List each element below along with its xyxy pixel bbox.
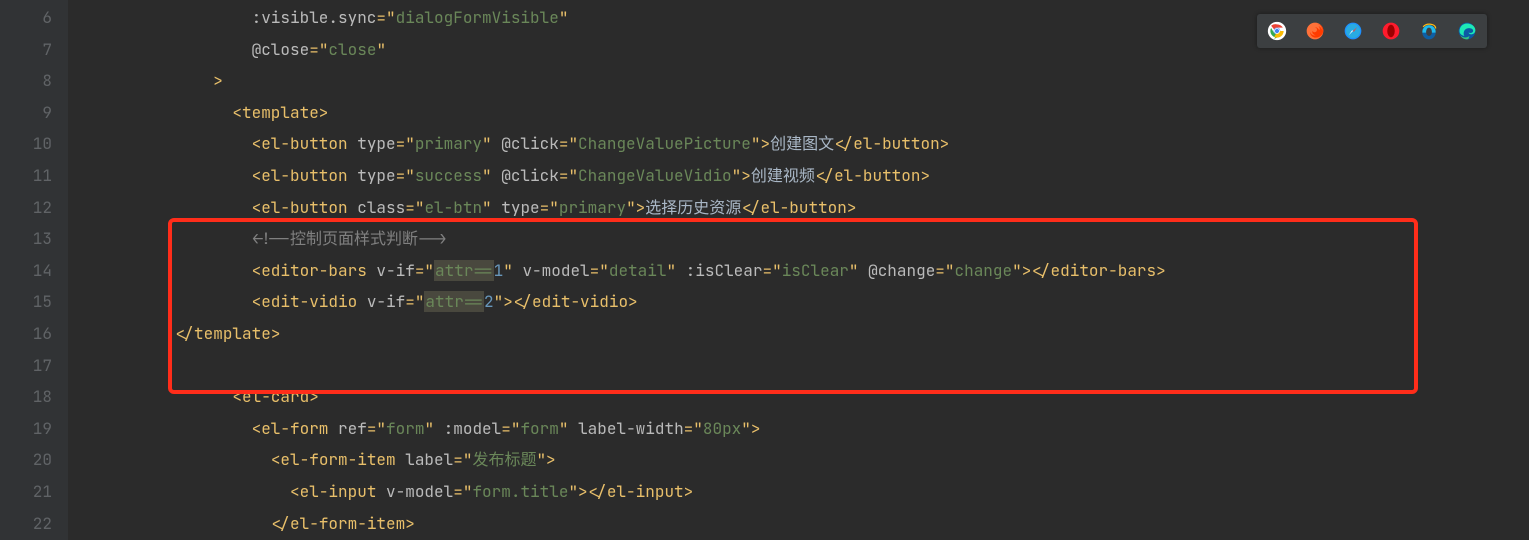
line-number: 7 <box>0 34 52 66</box>
code-line[interactable]: <edit-vidio v-if="attr==2"></edit-vidio> <box>98 286 1529 318</box>
line-number: 17 <box>0 350 52 382</box>
line-number: 19 <box>0 413 52 445</box>
line-number: 20 <box>0 444 52 476</box>
line-number: 10 <box>0 128 52 160</box>
line-number: 15 <box>0 286 52 318</box>
ie-icon[interactable] <box>1419 21 1439 41</box>
code-editor[interactable]: 678910111213141516171819202122 :visible.… <box>0 0 1529 540</box>
edge-icon[interactable] <box>1457 21 1477 41</box>
line-number: 14 <box>0 255 52 287</box>
line-number-gutter: 678910111213141516171819202122 <box>0 0 68 540</box>
code-area[interactable]: :visible.sync="dialogFormVisible" @close… <box>68 0 1529 540</box>
code-line[interactable]: <el-input v-model="form.title"></el-inpu… <box>98 476 1529 508</box>
code-line[interactable]: <el-button type="success" @click="Change… <box>98 160 1529 192</box>
code-line[interactable] <box>98 350 1529 382</box>
line-number: 18 <box>0 381 52 413</box>
code-line[interactable]: <el-button type="primary" @click="Change… <box>98 128 1529 160</box>
code-line[interactable]: <el-card> <box>98 381 1529 413</box>
code-line[interactable]: <editor-bars v-if="attr==1" v-model="det… <box>98 255 1529 287</box>
chrome-icon[interactable] <box>1267 21 1287 41</box>
code-line[interactable]: <template> <box>98 97 1529 129</box>
code-line[interactable]: </template> <box>98 318 1529 350</box>
code-line[interactable]: > <box>98 65 1529 97</box>
line-number: 6 <box>0 2 52 34</box>
line-number: 21 <box>0 476 52 508</box>
line-number: 9 <box>0 97 52 129</box>
line-number: 11 <box>0 160 52 192</box>
code-line[interactable]: <el-form ref="form" :model="form" label-… <box>98 413 1529 445</box>
firefox-icon[interactable] <box>1305 21 1325 41</box>
opera-icon[interactable] <box>1381 21 1401 41</box>
code-line[interactable]: <el-button class="el-btn" type="primary"… <box>98 192 1529 224</box>
line-number: 13 <box>0 223 52 255</box>
safari-icon[interactable] <box>1343 21 1363 41</box>
code-line[interactable]: </el-form-item> <box>98 508 1529 540</box>
line-number: 22 <box>0 508 52 540</box>
browser-preview-toolbar <box>1257 14 1487 48</box>
code-line[interactable]: <!--控制页面样式判断--> <box>98 223 1529 255</box>
code-line[interactable]: <el-form-item label="发布标题"> <box>98 444 1529 476</box>
line-number: 8 <box>0 65 52 97</box>
line-number: 16 <box>0 318 52 350</box>
line-number: 12 <box>0 192 52 224</box>
